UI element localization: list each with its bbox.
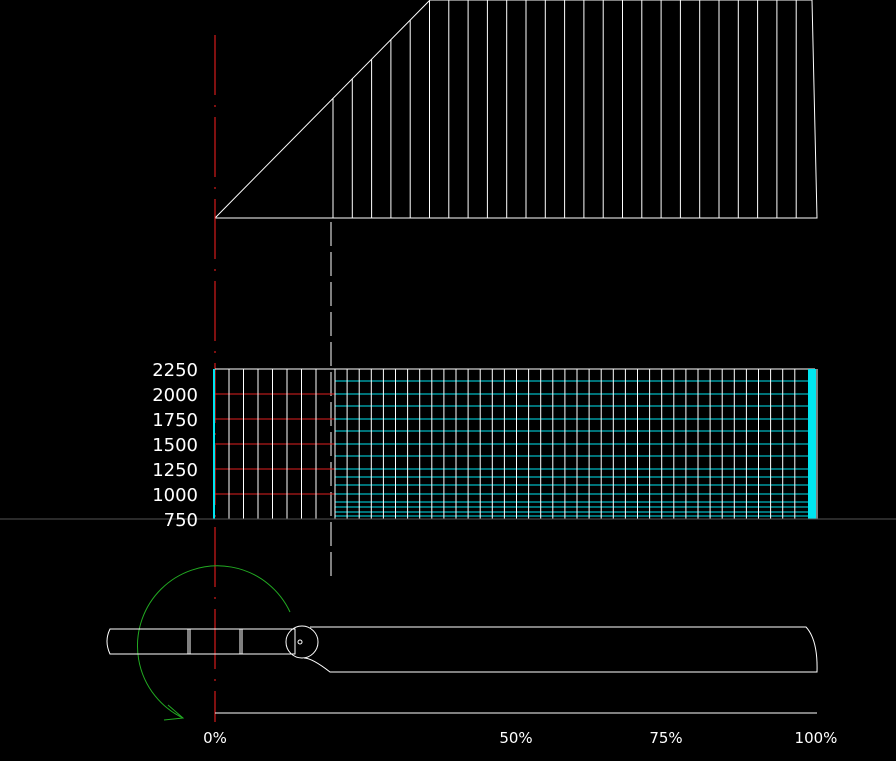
x-axis-labels: 0% 50% 75% 100% — [203, 729, 837, 747]
hinge-pin-icon — [297, 639, 303, 645]
y-tick-label: 2250 — [152, 360, 198, 381]
x-tick-label: 75% — [649, 729, 682, 747]
y-tick-label: 1250 — [152, 460, 198, 481]
upper-profile — [214, 0, 818, 219]
y-axis-labels: 2250 2000 1750 1500 1250 1000 750 — [152, 360, 198, 531]
y-tick-label: 1500 — [152, 435, 198, 456]
speed-grid — [213, 368, 818, 520]
grid-cyan-right-edge — [808, 369, 816, 519]
x-tick-label: 100% — [795, 729, 838, 747]
blade-airfoil — [303, 626, 818, 673]
y-tick-label: 1000 — [152, 485, 198, 506]
x-tick-label: 50% — [499, 729, 532, 747]
upper-profile-outline — [214, 0, 818, 219]
y-tick-label: 750 — [164, 510, 198, 531]
blade-root-segments — [106, 628, 296, 655]
y-tick-label: 2000 — [152, 385, 198, 406]
y-tick-label: 1750 — [152, 410, 198, 431]
blade-shape — [106, 625, 818, 673]
grid-cyan-lines — [335, 380, 810, 517]
rotation-arrow-icon — [137, 565, 291, 721]
blade-diagram: 2250 2000 1750 1500 1250 1000 750 0% 50%… — [0, 0, 896, 747]
x-tick-label: 0% — [203, 729, 227, 747]
upper-profile-hatch — [332, 0, 797, 218]
